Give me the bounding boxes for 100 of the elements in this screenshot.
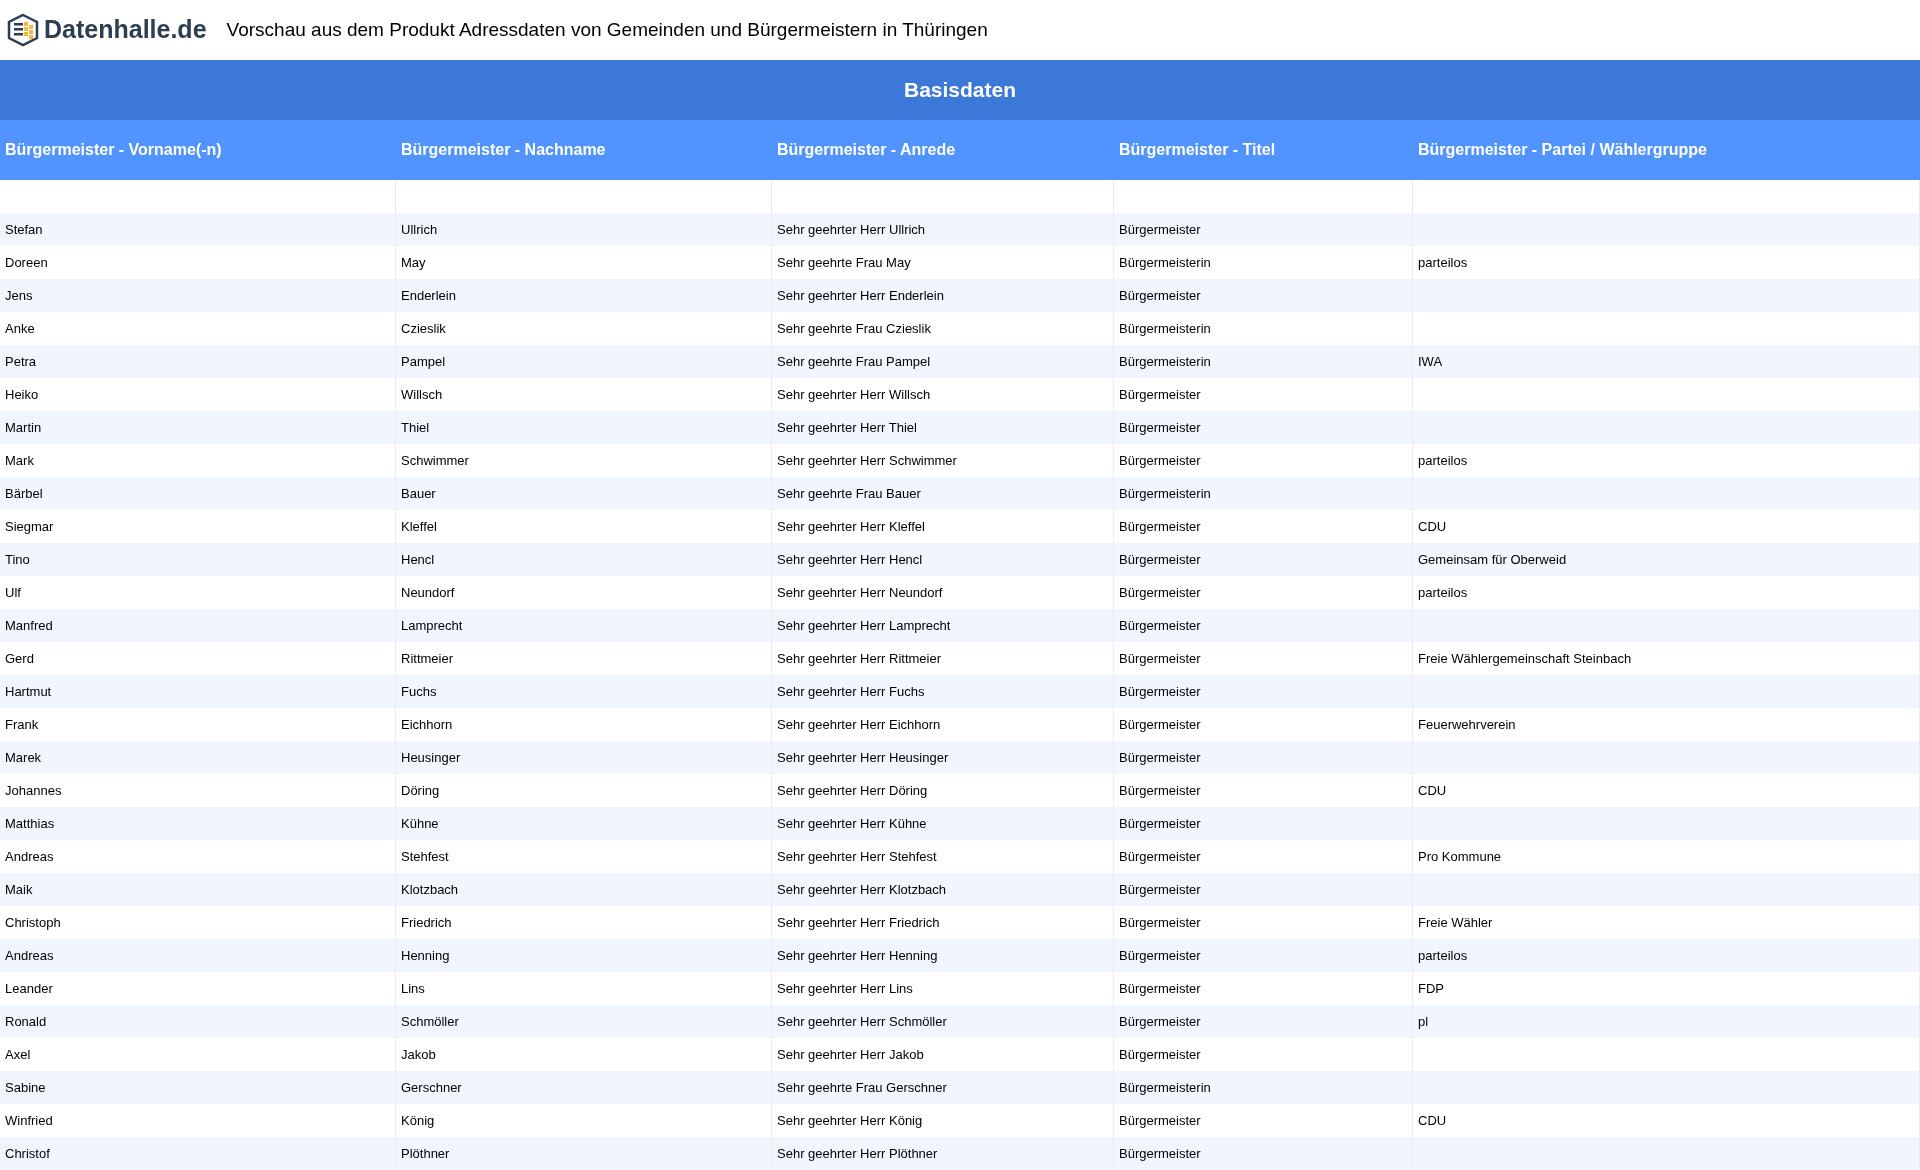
table-cell-text: Bürgermeister [1119, 814, 1201, 833]
table-cell-text: Manfred [5, 616, 53, 635]
table-cell-text: Sehr geehrter Herr Rittmeier [777, 649, 941, 668]
table-cell-text: Bürgermeister [1119, 583, 1201, 602]
table-cell-text: Doreen [5, 253, 48, 272]
table-cell-text: parteilos [1418, 946, 1468, 965]
table-cell-text: Ronald [5, 1012, 47, 1031]
table-cell-text: Andreas [5, 946, 54, 965]
table-cell-text: Bürgermeister [1119, 220, 1201, 239]
table-cell-text: Thiel [401, 418, 430, 437]
table-cell-text: Sehr geehrte Frau Czieslik [777, 319, 931, 338]
table-cell-text: Bürgermeister [1119, 880, 1201, 899]
table-cell-text: Stehfest [401, 847, 449, 866]
table-cell-text: Sehr geehrter Herr Plöthner [777, 1144, 938, 1163]
table-cell-text: Christof [5, 1144, 50, 1163]
table-cell-text: Schmöller [401, 1012, 459, 1031]
table-cell-text: Ullrich [401, 220, 438, 239]
table-cell-text: Feuerwehrverein [1418, 715, 1516, 734]
table-cell-text: Heusinger [401, 748, 461, 767]
table-cell-text: Sehr geehrter Herr Hencl [777, 550, 923, 569]
table-cell-text: Bürgermeister [1119, 979, 1201, 998]
table-cell-text: Schwimmer [401, 451, 469, 470]
table-cell-text: FDP [1418, 979, 1444, 998]
table-cell-text: Henning [401, 946, 450, 965]
table-cell-text: Sehr geehrter Herr Enderlein [777, 286, 944, 305]
table-cell-text: Bürgermeister [1119, 517, 1201, 536]
table-cell-text: Matthias [5, 814, 55, 833]
table-cell-text: Döring [401, 781, 440, 800]
table-cell-text: Bürgermeister [1119, 1012, 1201, 1031]
table-cell-text: Tino [5, 550, 30, 569]
table-cell-text: Siegmar [5, 517, 54, 536]
table-cell-text: Sehr geehrter Herr Döring [777, 781, 928, 800]
table-cell-text: Leander [5, 979, 53, 998]
table-cell-text: Stefan [5, 220, 43, 239]
logo-text[interactable]: Datenhalle.de [44, 11, 207, 49]
table-cell-text: Pampel [401, 352, 446, 371]
table-cell-text: Marek [5, 748, 42, 767]
table-cell-text: Bürgermeister [1119, 286, 1201, 305]
logo-icon [6, 13, 40, 47]
table-cell-text: Bürgermeisterin [1119, 352, 1211, 371]
table-cell-text: Bürgermeister [1119, 616, 1201, 635]
table-cell-text: Lamprecht [401, 616, 463, 635]
table-cell-text: Sehr geehrter Herr Stehfest [777, 847, 937, 866]
table-cell-text: Bürgermeister [1119, 418, 1201, 437]
table-cell-text: Sehr geehrter Herr Schmöller [777, 1012, 947, 1031]
table-cell-text: Bürgermeisterin [1119, 484, 1211, 503]
table-cell-text: Rittmeier [401, 649, 453, 668]
table-cell-text: Bürgermeister [1119, 847, 1201, 866]
table-cell-text: Winfried [5, 1111, 53, 1130]
table-cell-text: Sehr geehrter Herr Fuchs [777, 682, 925, 701]
table-cell-text: Friedrich [401, 913, 452, 932]
group-header: Basisdaten [0, 60, 1920, 120]
table-cell-text: CDU [1418, 517, 1447, 536]
table-cell-text: Anke [5, 319, 35, 338]
table-cell-text: Neundorf [401, 583, 455, 602]
table-cell-text: Hartmut [5, 682, 52, 701]
table-cell-text: Bürgermeister [1119, 913, 1201, 932]
table-cell-text: Bürgermeisterin [1119, 319, 1211, 338]
table-cell-text: Bürgermeister [1119, 1144, 1201, 1163]
table-cell-text: Sehr geehrter Herr Friedrich [777, 913, 940, 932]
table-cell-text: Sehr geehrter Herr Thiel [777, 418, 917, 437]
table-cell-text: Sabine [5, 1078, 46, 1097]
table-cell-text: Sehr geehrter Herr Lins [777, 979, 913, 998]
table-cell-text: Kühne [401, 814, 439, 833]
table-cell-text: Bauer [401, 484, 436, 503]
table-cell-text: Pro Kommune [1418, 847, 1502, 866]
table-cell-text: Bürgermeister [1119, 946, 1201, 965]
table-cell-text: Sehr geehrter Herr Schwimmer [777, 451, 957, 470]
table-cell-text: Enderlein [401, 286, 456, 305]
table-cell-text: Sehr geehrter Herr Henning [777, 946, 938, 965]
column-header: Bürgermeister - Anrede [776, 140, 957, 160]
table-cell-text: Bürgermeister [1119, 715, 1201, 734]
table-cell-text: Sehr geehrter Herr König [777, 1111, 923, 1130]
table-cell-text: Christoph [5, 913, 61, 932]
table-cell-text: Bürgermeister [1119, 649, 1201, 668]
table-cell-text: Freie Wähler [1418, 913, 1493, 932]
table-cell-text: Bürgermeister [1119, 1045, 1201, 1064]
table-cell-text: Jakob [401, 1045, 436, 1064]
table-cell-text: Mark [5, 451, 34, 470]
table-cell-text: Sehr geehrter Herr Heusinger [777, 748, 949, 767]
table-cell-text: Hencl [401, 550, 435, 569]
table-cell-text: Bürgermeister [1119, 451, 1201, 470]
page-title: Vorschau aus dem Produkt Adressdaten von Gemeinden und Bürgermeistern in Thüringen [226, 17, 988, 42]
table-cell-text: parteilos [1418, 451, 1468, 470]
table-cell-text: Bürgermeister [1119, 385, 1201, 404]
table-cell-text: Sehr geehrter Herr Ullrich [777, 220, 926, 239]
table-cell-text: Sehr geehrte Frau Bauer [777, 484, 921, 503]
table-cell-text: Andreas [5, 847, 54, 866]
table-cell-text: König [401, 1111, 435, 1130]
table-cell-text: Johannes [5, 781, 62, 800]
table-cell-text: Gerschner [401, 1078, 462, 1097]
table-cell-text: Czieslik [401, 319, 446, 338]
table-cell-text: Petra [5, 352, 37, 371]
table-cell-text: Freie Wählergemeinschaft Steinbach [1418, 649, 1632, 668]
table-cell-text: Plöthner [401, 1144, 450, 1163]
table-cell-text: CDU [1418, 1111, 1447, 1130]
table-cell-text: parteilos [1418, 583, 1468, 602]
table-cell-text: Bürgermeister [1119, 781, 1201, 800]
table-cell-text: Willsch [401, 385, 443, 404]
table-cell-text: Sehr geehrter Herr Jakob [777, 1045, 924, 1064]
